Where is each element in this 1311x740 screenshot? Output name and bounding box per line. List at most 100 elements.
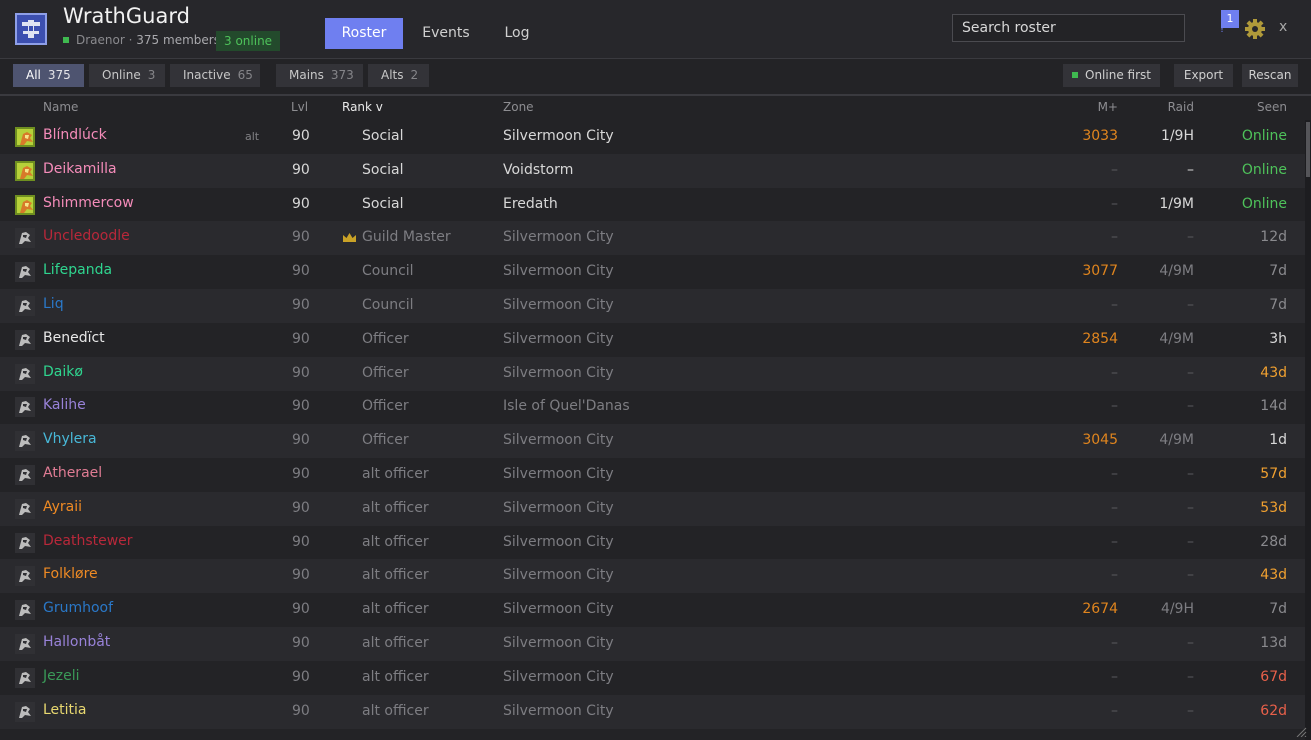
table-row[interactable]: Jezeli 90 alt officer Silvermoon City – – 67d bbox=[0, 661, 1305, 695]
member-name[interactable]: Shimmercow bbox=[43, 195, 134, 211]
table-row[interactable]: Liq 90 Council Silvermoon City – – 7d bbox=[0, 289, 1305, 323]
member-name[interactable]: Liq bbox=[43, 296, 64, 312]
tab-roster[interactable]: Roster bbox=[325, 18, 403, 49]
col-name[interactable]: Name bbox=[43, 100, 78, 114]
raid-progress: – bbox=[1187, 669, 1194, 685]
online-first-label: Online first bbox=[1085, 68, 1151, 82]
raid-progress: – bbox=[1187, 162, 1194, 178]
filter-count: 65 bbox=[237, 68, 253, 82]
last-seen: 7d bbox=[1269, 263, 1287, 279]
close-button[interactable]: x bbox=[1279, 19, 1287, 35]
table-row[interactable]: Uncledoodle 90 Guild Master Silvermoon City… bbox=[0, 221, 1305, 255]
tab-log[interactable]: Log bbox=[490, 18, 544, 49]
last-seen: 14d bbox=[1260, 398, 1287, 414]
table-row[interactable]: Shimmercow 90 Social Eredath – 1/9M Online bbox=[0, 188, 1305, 222]
member-rank: Officer bbox=[362, 398, 409, 414]
member-name[interactable]: Jezeli bbox=[43, 668, 79, 684]
member-zone: Silvermoon City bbox=[503, 635, 614, 651]
guild-name: WrathGuard bbox=[63, 4, 190, 28]
rescan-button[interactable]: Rescan bbox=[1242, 64, 1298, 87]
tab-events[interactable]: Events bbox=[412, 18, 480, 49]
scrollbar[interactable] bbox=[1305, 120, 1311, 740]
notification-button[interactable]: 1 ! bbox=[1220, 10, 1240, 36]
beast-portrait-icon bbox=[15, 499, 35, 519]
table-row[interactable]: Grumhoof 90 alt officer Silvermoon City 2674… bbox=[0, 593, 1305, 627]
member-zone: Voidstorm bbox=[503, 162, 574, 178]
online-count-badge[interactable]: 3 online bbox=[216, 31, 281, 51]
col-mplus[interactable]: M+ bbox=[1098, 100, 1118, 114]
guild-emblem-icon bbox=[22, 20, 40, 38]
member-name[interactable]: Deikamilla bbox=[43, 161, 117, 177]
last-seen: 3h bbox=[1269, 331, 1287, 347]
table-row[interactable]: Vhylera 90 Officer Silvermoon City 3045 4/9M 1… bbox=[0, 424, 1305, 458]
member-name[interactable]: Benedïct bbox=[43, 330, 105, 346]
table-row[interactable]: Atherael 90 alt officer Silvermoon City – – 57… bbox=[0, 458, 1305, 492]
member-rank: alt officer bbox=[362, 703, 429, 719]
filter-all[interactable]: All 375 bbox=[13, 64, 84, 87]
col-zone[interactable]: Zone bbox=[503, 100, 534, 114]
member-name[interactable]: Letitia bbox=[43, 702, 87, 718]
table-row[interactable]: Deikamilla 90 Social Voidstorm – – Online bbox=[0, 154, 1305, 188]
last-seen: 67d bbox=[1260, 669, 1287, 685]
raid-progress: 4/9H bbox=[1160, 601, 1194, 617]
member-name[interactable]: Kalihe bbox=[43, 397, 86, 413]
member-name[interactable]: Daikø bbox=[43, 364, 83, 380]
member-level: 90 bbox=[292, 297, 310, 313]
table-row[interactable]: Ayraii 90 alt officer Silvermoon City – – 53d bbox=[0, 492, 1305, 526]
table-row[interactable]: Hallonbåt 90 alt officer Silvermoon City – – 1… bbox=[0, 627, 1305, 661]
table-row[interactable]: Benedïct 90 Officer Silvermoon City 2854 4/9M… bbox=[0, 323, 1305, 357]
table-row[interactable]: Blíndlúck alt 90 Social Silvermoon City 3033 1… bbox=[0, 120, 1305, 154]
filter-inactive[interactable]: Inactive 65 bbox=[170, 64, 260, 87]
online-first-toggle[interactable]: Online first bbox=[1063, 64, 1160, 87]
member-name[interactable]: Vhylera bbox=[43, 431, 97, 447]
col-rank[interactable]: Rank v bbox=[342, 100, 383, 114]
member-name[interactable]: Folkløre bbox=[43, 566, 98, 582]
member-rank: Officer bbox=[362, 365, 409, 381]
member-name[interactable]: Grumhoof bbox=[43, 600, 113, 616]
filter-mains[interactable]: Mains 373 bbox=[276, 64, 363, 87]
column-headers: Name Lvl Rank v Zone M+ Raid Seen bbox=[0, 95, 1305, 119]
export-button[interactable]: Export bbox=[1174, 64, 1233, 87]
table-row[interactable]: Deathstewer 90 alt officer Silvermoon City –… bbox=[0, 526, 1305, 560]
last-seen: 53d bbox=[1260, 500, 1287, 516]
beast-portrait-icon bbox=[15, 702, 35, 722]
member-name[interactable]: Deathstewer bbox=[43, 533, 133, 549]
member-name[interactable]: Atherael bbox=[43, 465, 102, 481]
dragon-portrait-icon bbox=[15, 127, 35, 147]
table-row[interactable]: Kalihe 90 Officer Isle of Quel'Danas – – 14d bbox=[0, 390, 1305, 424]
table-row[interactable]: Lifepanda 90 Council Silvermoon City 3077 4/9… bbox=[0, 255, 1305, 289]
guild-logo bbox=[15, 13, 47, 45]
member-name[interactable]: Ayraii bbox=[43, 499, 82, 515]
member-rank: Officer bbox=[362, 432, 409, 448]
settings-button[interactable] bbox=[1245, 19, 1265, 39]
scrollbar-thumb[interactable] bbox=[1306, 122, 1310, 177]
dragon-portrait-icon bbox=[15, 161, 35, 181]
subtitle-separator: · bbox=[128, 33, 133, 47]
member-name[interactable]: Hallonbåt bbox=[43, 634, 110, 650]
beast-portrait-icon bbox=[15, 431, 35, 451]
member-rank: alt officer bbox=[362, 601, 429, 617]
col-lvl[interactable]: Lvl bbox=[291, 100, 308, 114]
member-name[interactable]: Uncledoodle bbox=[43, 228, 130, 244]
filter-alts[interactable]: Alts 2 bbox=[368, 64, 429, 87]
raid-progress: – bbox=[1187, 398, 1194, 414]
filter-online[interactable]: Online 3 bbox=[89, 64, 165, 87]
mplus-score: 3045 bbox=[1082, 432, 1118, 448]
table-row[interactable]: Letitia 90 alt officer Silvermoon City – – 62d bbox=[0, 695, 1305, 729]
resize-grip-icon[interactable] bbox=[1295, 727, 1307, 737]
member-name[interactable]: Blíndlúck bbox=[43, 127, 107, 143]
table-row[interactable]: Daikø 90 Officer Silvermoon City – – 43d bbox=[0, 357, 1305, 391]
member-name[interactable]: Lifepanda bbox=[43, 262, 112, 278]
search-input[interactable] bbox=[952, 14, 1185, 42]
member-level: 90 bbox=[292, 567, 310, 583]
raid-progress: – bbox=[1187, 567, 1194, 583]
raid-progress: – bbox=[1187, 500, 1194, 516]
col-seen[interactable]: Seen bbox=[1257, 100, 1287, 114]
table-row[interactable]: Folkløre 90 alt officer Silvermoon City – – 43… bbox=[0, 559, 1305, 593]
col-raid[interactable]: Raid bbox=[1168, 100, 1194, 114]
mplus-score: – bbox=[1111, 162, 1118, 178]
member-rank: Social bbox=[362, 128, 404, 144]
realm-name: Draenor bbox=[76, 33, 125, 47]
member-level: 90 bbox=[292, 398, 310, 414]
member-zone: Silvermoon City bbox=[503, 331, 614, 347]
